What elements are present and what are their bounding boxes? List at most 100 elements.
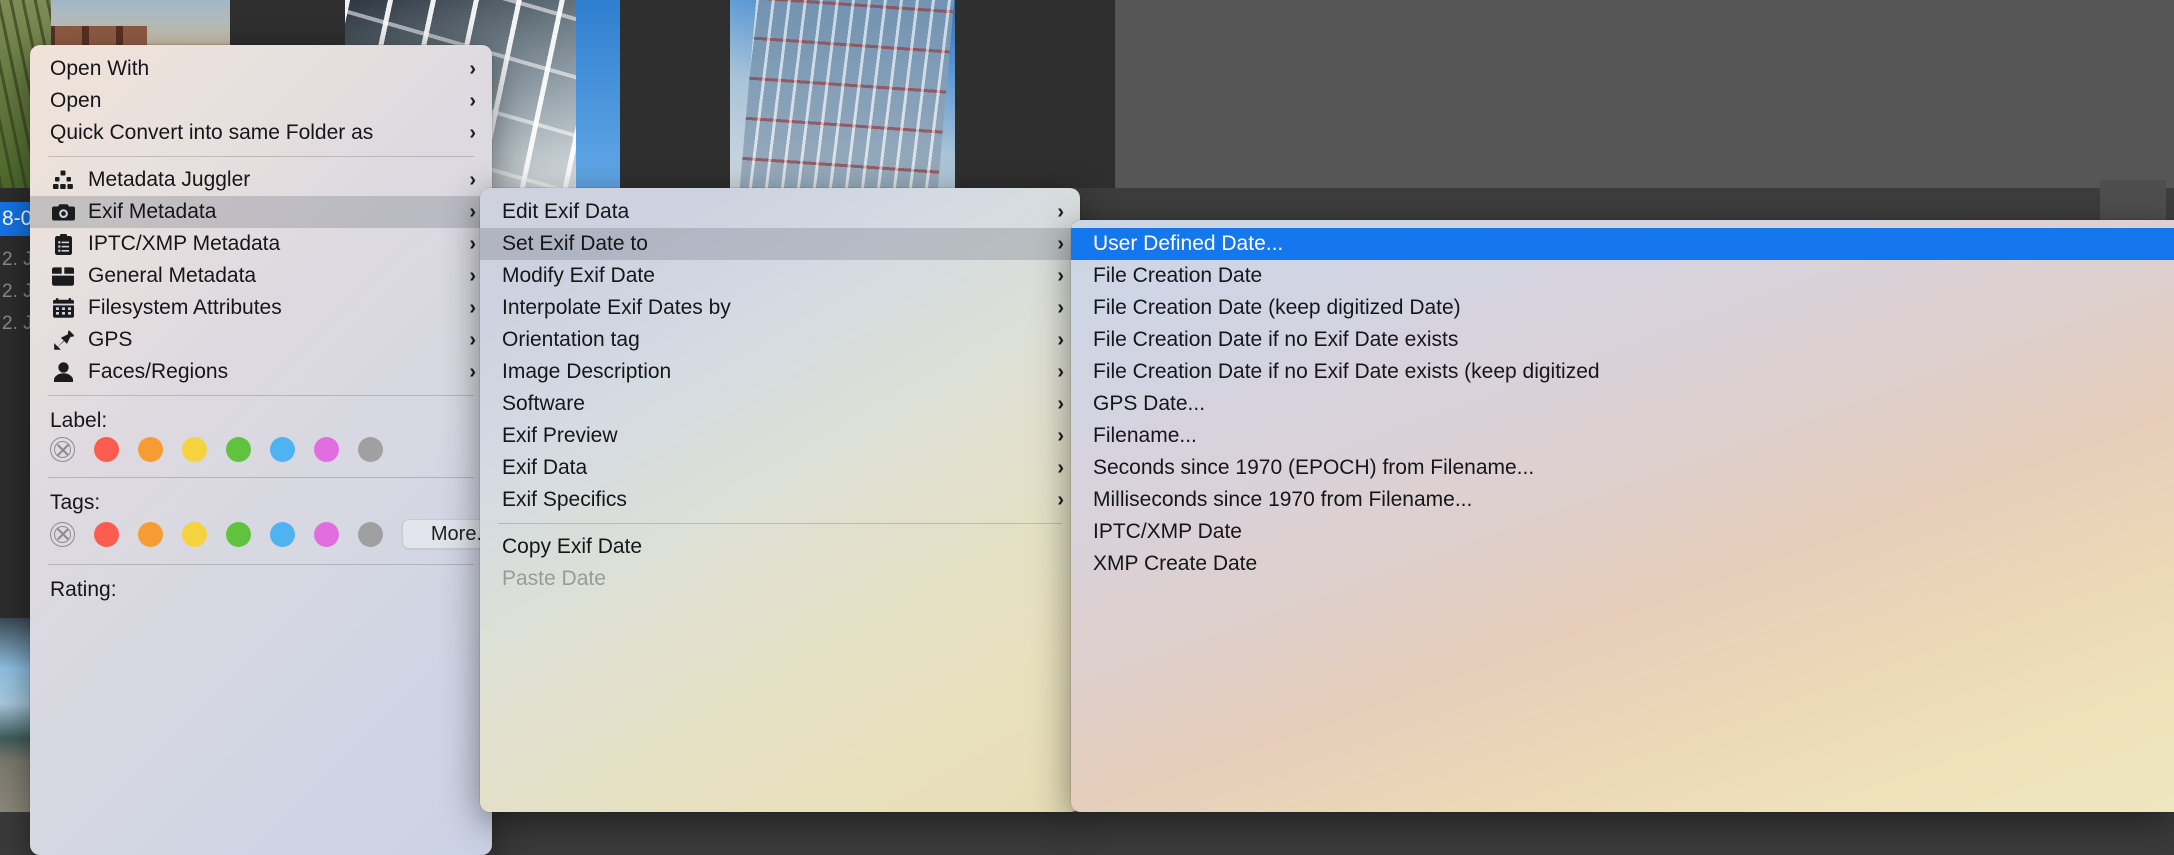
menu-item-label: Interpolate Exif Dates by: [502, 296, 731, 320]
chevron-right-icon: ›: [469, 91, 476, 111]
tag-color-purple[interactable]: [314, 522, 339, 547]
camera-icon: [50, 201, 76, 223]
label-color-yellow[interactable]: [182, 437, 207, 462]
tag-color-none[interactable]: [50, 522, 75, 547]
menu-item-label: User Defined Date...: [1093, 232, 1283, 256]
menu-item-label: Copy Exif Date: [502, 535, 642, 559]
menu-item-exif-preview[interactable]: Exif Preview ›: [480, 420, 1080, 452]
tag-color-yellow[interactable]: [182, 522, 207, 547]
menu-item-label: Open: [50, 89, 101, 113]
menu-item-set-exif-date-to[interactable]: Set Exif Date to ›: [480, 228, 1080, 260]
label-color-red[interactable]: [94, 437, 119, 462]
menu-item-label: GPS: [88, 328, 132, 352]
menu-item-user-defined-date[interactable]: User Defined Date...: [1071, 228, 2174, 260]
menu-item-exif-specifics[interactable]: Exif Specifics ›: [480, 484, 1080, 516]
menu-item-filesystem-attributes[interactable]: Filesystem Attributes ›: [30, 292, 492, 324]
thumbnail-glass-tower[interactable]: [730, 0, 955, 188]
menu-item-metadata-juggler[interactable]: Metadata Juggler ›: [30, 164, 492, 196]
label-color-orange[interactable]: [138, 437, 163, 462]
menu-item-label: Exif Data: [502, 456, 587, 480]
label-color-green[interactable]: [226, 437, 251, 462]
menu-item-interpolate-exif-dates-by[interactable]: Interpolate Exif Dates by ›: [480, 292, 1080, 324]
chevron-right-icon: ›: [1057, 490, 1064, 510]
menu-item-label: Exif Metadata: [88, 200, 216, 224]
menu-item-label: Orientation tag: [502, 328, 640, 352]
menu-item-file-creation-date[interactable]: File Creation Date: [1071, 260, 2174, 292]
tag-color-green[interactable]: [226, 522, 251, 547]
menu-item-xmp-create-date[interactable]: XMP Create Date: [1071, 548, 2174, 580]
menu-item-faces-regions[interactable]: Faces/Regions ›: [30, 356, 492, 388]
menu-item-file-creation-date-if-no-exif-keep-digitized[interactable]: File Creation Date if no Exif Date exist…: [1071, 356, 2174, 388]
menu-item-gps-date[interactable]: GPS Date...: [1071, 388, 2174, 420]
label-section: Label:: [30, 403, 492, 470]
chevron-right-icon: ›: [469, 362, 476, 382]
chevron-right-icon: ›: [1057, 298, 1064, 318]
chevron-right-icon: ›: [469, 234, 476, 254]
menu-item-label: Filesystem Attributes: [88, 296, 282, 320]
menu-item-filename[interactable]: Filename...: [1071, 420, 2174, 452]
label-section-title: Label:: [50, 409, 472, 437]
menu-item-label: Set Exif Date to: [502, 232, 648, 256]
menu-item-copy-exif-date[interactable]: Copy Exif Date: [480, 531, 1080, 563]
menu-separator: [48, 156, 474, 157]
menu-item-label: Milliseconds since 1970 from Filename...: [1093, 488, 1472, 512]
menu-item-label: GPS Date...: [1093, 392, 1205, 416]
more-tags-button[interactable]: More...: [402, 519, 492, 549]
menu-item-milliseconds-since-1970-from-filename[interactable]: Milliseconds since 1970 from Filename...: [1071, 484, 2174, 516]
label-color-swatches[interactable]: [50, 437, 472, 462]
menu-item-label: IPTC/XMP Date: [1093, 520, 1242, 544]
tag-color-gray[interactable]: [358, 522, 383, 547]
chevron-right-icon: ›: [469, 266, 476, 286]
menu-item-open[interactable]: Open ›: [30, 85, 492, 117]
menu-item-iptc-xmp-metadata[interactable]: IPTC/XMP Metadata ›: [30, 228, 492, 260]
menu-item-label: Exif Preview: [502, 424, 618, 448]
menu-item-label: Edit Exif Data: [502, 200, 629, 224]
context-menu[interactable]: Open With › Open › Quick Convert into sa…: [30, 45, 492, 855]
menu-item-image-description[interactable]: Image Description ›: [480, 356, 1080, 388]
tags-section: Tags: More...: [30, 485, 492, 557]
menu-item-software[interactable]: Software ›: [480, 388, 1080, 420]
menu-item-label: Image Description: [502, 360, 671, 384]
set-exif-date-to-submenu[interactable]: User Defined Date... File Creation Date …: [1071, 220, 2174, 812]
menu-item-seconds-since-1970-from-filename[interactable]: Seconds since 1970 (EPOCH) from Filename…: [1071, 452, 2174, 484]
menu-item-edit-exif-data[interactable]: Edit Exif Data ›: [480, 196, 1080, 228]
label-color-blue[interactable]: [270, 437, 295, 462]
menu-item-exif-data[interactable]: Exif Data ›: [480, 452, 1080, 484]
tag-color-orange[interactable]: [138, 522, 163, 547]
menu-item-modify-exif-date[interactable]: Modify Exif Date ›: [480, 260, 1080, 292]
chevron-right-icon: ›: [469, 330, 476, 350]
chevron-right-icon: ›: [1057, 394, 1064, 414]
menu-item-gps[interactable]: GPS ›: [30, 324, 492, 356]
chevron-right-icon: ›: [1057, 266, 1064, 286]
menu-item-label: Open With: [50, 57, 149, 81]
menu-item-exif-metadata[interactable]: Exif Metadata ›: [30, 196, 492, 228]
menu-item-label: Faces/Regions: [88, 360, 228, 384]
menu-item-label: Metadata Juggler: [88, 168, 250, 192]
tag-color-red[interactable]: [94, 522, 119, 547]
tag-color-blue[interactable]: [270, 522, 295, 547]
menu-item-quick-convert[interactable]: Quick Convert into same Folder as ›: [30, 117, 492, 149]
menu-item-file-creation-date-keep-digitized[interactable]: File Creation Date (keep digitized Date): [1071, 292, 2174, 324]
chevron-right-icon: ›: [469, 170, 476, 190]
chevron-right-icon: ›: [1057, 426, 1064, 446]
exif-metadata-submenu[interactable]: Edit Exif Data › Set Exif Date to › Modi…: [480, 188, 1080, 812]
chevron-right-icon: ›: [1057, 362, 1064, 382]
chevron-right-icon: ›: [1057, 330, 1064, 350]
label-color-gray[interactable]: [358, 437, 383, 462]
menu-item-open-with[interactable]: Open With ›: [30, 53, 492, 85]
menu-item-label: File Creation Date: [1093, 264, 1262, 288]
label-color-purple[interactable]: [314, 437, 339, 462]
menu-item-label: File Creation Date if no Exif Date exist…: [1093, 328, 1458, 352]
menu-item-label: General Metadata: [88, 264, 256, 288]
menu-item-orientation-tag[interactable]: Orientation tag ›: [480, 324, 1080, 356]
menu-item-label: Paste Date: [502, 567, 606, 591]
menu-item-general-metadata[interactable]: General Metadata ›: [30, 260, 492, 292]
label-color-none[interactable]: [50, 437, 75, 462]
menu-item-label: Exif Specifics: [502, 488, 627, 512]
tags-color-swatches[interactable]: More...: [50, 519, 472, 549]
menu-item-iptc-xmp-date[interactable]: IPTC/XMP Date: [1071, 516, 2174, 548]
person-icon: [50, 361, 76, 383]
menu-item-label: XMP Create Date: [1093, 552, 1257, 576]
chevron-right-icon: ›: [1057, 202, 1064, 222]
menu-item-file-creation-date-if-no-exif[interactable]: File Creation Date if no Exif Date exist…: [1071, 324, 2174, 356]
